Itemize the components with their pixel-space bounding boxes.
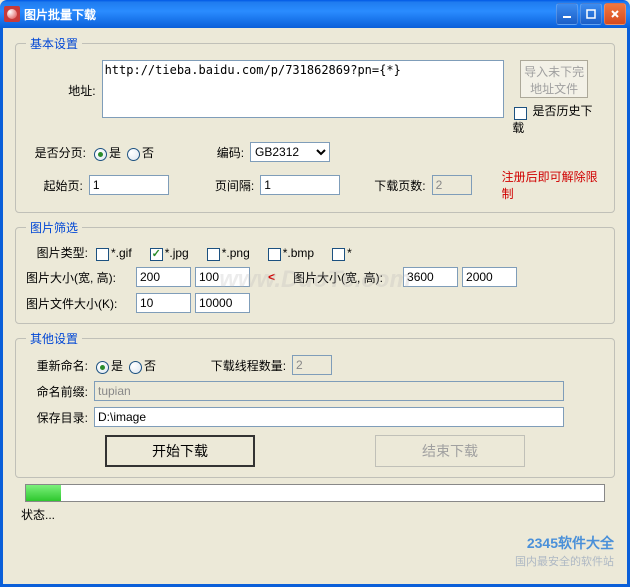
status-text: 状态... [21, 506, 609, 523]
group-basic: 基本设置 地址: 导入未下完 地址文件 是否历史下载 是否分页: 是 否 编码:… [15, 35, 615, 213]
window-title: 图片批量下载 [24, 6, 556, 23]
label-maxsize: 图片大小(宽, 高): [293, 269, 403, 286]
lt-symbol: < [268, 270, 275, 284]
gif-label: *.gif [111, 246, 132, 260]
stop-button[interactable]: 结束下载 [375, 435, 525, 467]
fsmin-input[interactable] [136, 293, 191, 313]
address-input[interactable] [102, 60, 505, 118]
label-pagecount: 下载页数: [340, 177, 425, 194]
jpg-checkbox[interactable] [150, 248, 163, 261]
legend-other: 其他设置 [26, 330, 82, 347]
paging-no-radio[interactable] [127, 148, 140, 161]
rename-yes-radio[interactable] [96, 361, 109, 374]
start-button[interactable]: 开始下载 [105, 435, 255, 467]
maximize-button[interactable] [580, 3, 602, 25]
group-other: 其他设置 重新命名: 是 否 下载线程数量: 命名前缀: 保存目录: 开始下载 … [15, 330, 615, 478]
import-button[interactable]: 导入未下完 地址文件 [520, 60, 588, 98]
paging-yes-radio[interactable] [94, 148, 107, 161]
label-threads: 下载线程数量: [156, 357, 286, 374]
gif-checkbox[interactable] [96, 248, 109, 261]
minw-input[interactable] [136, 267, 191, 287]
title-bar: 图片批量下载 [0, 0, 630, 28]
label-minsize: 图片大小(宽, 高): [26, 269, 136, 286]
close-button[interactable] [604, 3, 626, 25]
client-area: 基本设置 地址: 导入未下完 地址文件 是否历史下载 是否分页: 是 否 编码:… [0, 28, 630, 587]
any-label: * [347, 246, 352, 260]
bmp-checkbox[interactable] [268, 248, 281, 261]
jpg-label: *.jpg [165, 246, 189, 260]
history-checkbox[interactable] [514, 107, 527, 120]
maxw-input[interactable] [403, 267, 458, 287]
any-checkbox[interactable] [332, 248, 345, 261]
png-checkbox[interactable] [207, 248, 220, 261]
label-encoding: 编码: [154, 144, 244, 161]
paging-no-label: 否 [142, 144, 154, 161]
maxh-input[interactable] [462, 267, 517, 287]
startpage-input[interactable] [89, 175, 169, 195]
legend-filter: 图片筛选 [26, 219, 82, 236]
history-download-wrap[interactable]: 是否历史下载 [512, 102, 604, 136]
legend-basic: 基本设置 [26, 35, 82, 52]
pagecount-input [432, 175, 472, 195]
png-label: *.png [222, 246, 250, 260]
progress-fill [26, 485, 61, 501]
rename-no-radio[interactable] [129, 361, 142, 374]
register-note: 注册后即可解除限制 [502, 168, 604, 202]
encoding-select[interactable]: GB2312 [250, 142, 330, 162]
label-paging: 是否分页: [26, 144, 86, 161]
label-addr: 地址: [26, 82, 96, 99]
group-filter: 图片筛选 www.DuoTe.com 图片类型: *.gif *.jpg *.p… [15, 219, 615, 324]
label-startpage: 起始页: [26, 177, 83, 194]
minh-input[interactable] [195, 267, 250, 287]
fsmax-input[interactable] [195, 293, 250, 313]
label-prefix: 命名前缀: [26, 383, 88, 400]
minimize-button[interactable] [556, 3, 578, 25]
progress-bar [25, 484, 605, 502]
app-icon [4, 6, 20, 22]
label-filesize: 图片文件大小(K): [26, 295, 136, 312]
label-interval: 页间隔: [169, 177, 254, 194]
rename-yes-label: 是 [111, 357, 123, 374]
label-savedir: 保存目录: [26, 409, 88, 426]
interval-input[interactable] [260, 175, 340, 195]
label-imgtype: 图片类型: [26, 244, 88, 261]
label-rename: 重新命名: [26, 357, 88, 374]
paging-yes-label: 是 [109, 144, 121, 161]
savedir-input[interactable] [94, 407, 564, 427]
bmp-label: *.bmp [283, 246, 314, 260]
prefix-input [94, 381, 564, 401]
rename-no-label: 否 [144, 357, 156, 374]
threads-input [292, 355, 332, 375]
footer-watermark: 2345软件大全 国内最安全的软件站 [515, 533, 614, 569]
